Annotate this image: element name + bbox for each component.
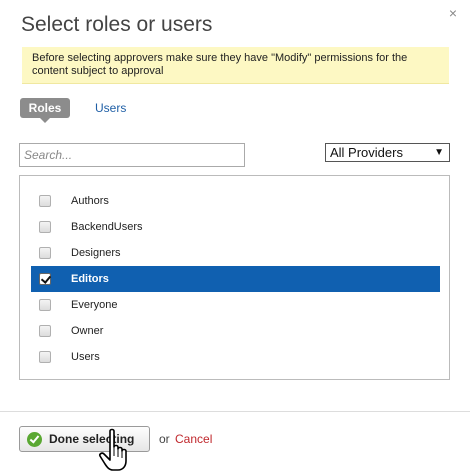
list-item-backendusers[interactable]: BackendUsers: [31, 214, 440, 240]
checkbox-checked[interactable]: [39, 273, 51, 285]
list-item-label: BackendUsers: [71, 221, 143, 233]
checkbox[interactable]: [39, 195, 51, 207]
footer-divider: [0, 411, 470, 412]
cancel-link[interactable]: Cancel: [175, 432, 212, 446]
hand-pointer-icon: [99, 428, 127, 471]
select-roles-dialog: Select roles or users × Before selecting…: [0, 0, 470, 473]
list-item-label: Users: [71, 351, 100, 363]
list-item-everyone[interactable]: Everyone: [31, 292, 440, 318]
or-text: or: [159, 432, 170, 446]
list-item-label: Everyone: [71, 299, 118, 311]
checkbox[interactable]: [39, 351, 51, 363]
list-item-owner[interactable]: Owner: [31, 318, 440, 344]
active-tab-pointer: [40, 118, 50, 123]
list-item-label: Authors: [71, 195, 109, 207]
list-item-label: Owner: [71, 325, 104, 337]
checkbox[interactable]: [39, 325, 51, 337]
list-item-designers[interactable]: Designers: [31, 240, 440, 266]
search-input[interactable]: [19, 143, 245, 167]
dialog-title: Select roles or users: [21, 13, 213, 36]
provider-select-value: All Providers: [330, 145, 403, 160]
list-item-editors[interactable]: Editors: [31, 266, 440, 292]
provider-select[interactable]: All Providers ▼: [325, 143, 450, 162]
roles-list: Authors BackendUsers Designers Editors E…: [19, 175, 450, 380]
tab-users[interactable]: Users: [95, 98, 126, 118]
list-item-authors[interactable]: Authors: [31, 188, 440, 214]
list-item-label: Editors: [71, 273, 109, 285]
close-icon[interactable]: ×: [446, 6, 460, 20]
checkbox[interactable]: [39, 221, 51, 233]
list-item-label: Designers: [71, 247, 121, 259]
permissions-notice: Before selecting approvers make sure the…: [22, 47, 449, 84]
tab-roles[interactable]: Roles: [20, 98, 70, 123]
checkbox[interactable]: [39, 247, 51, 259]
tab-roles-label: Roles: [28, 101, 62, 115]
chevron-down-icon: ▼: [434, 147, 444, 158]
check-circle-icon: [27, 432, 42, 447]
checkbox[interactable]: [39, 299, 51, 311]
list-item-users[interactable]: Users: [31, 344, 440, 370]
